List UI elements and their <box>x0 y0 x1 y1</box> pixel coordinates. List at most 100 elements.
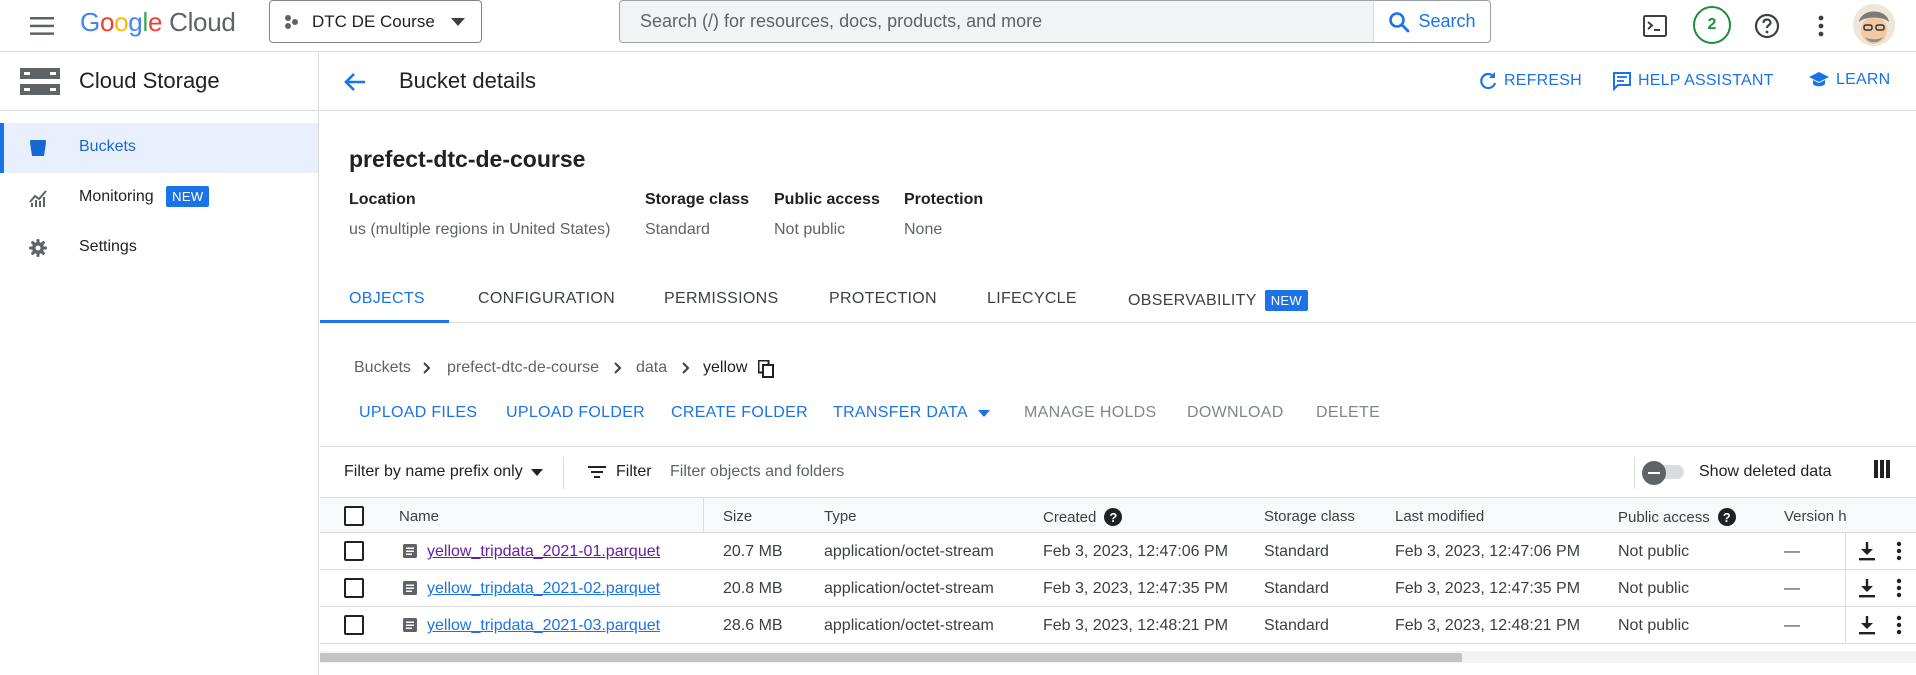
search-button-label: Search <box>1418 11 1476 31</box>
column-header-size[interactable]: Size <box>723 508 752 525</box>
download-icon[interactable] <box>1858 578 1876 598</box>
file-name-link[interactable]: yellow_tripdata_2021-02.parquet <box>427 580 660 598</box>
breadcrumb-data[interactable]: data <box>636 359 667 377</box>
file-public-access: Not public <box>1618 617 1690 634</box>
new-badge: NEW <box>166 186 210 207</box>
help-assistant-button[interactable]: HELP ASSISTANT <box>1612 71 1774 91</box>
notification-count-badge: 2 <box>1693 6 1731 44</box>
delete-button[interactable]: DELETE <box>1316 404 1380 422</box>
learn-button[interactable]: LEARN <box>1808 71 1890 89</box>
column-header-type[interactable]: Type <box>824 508 857 525</box>
account-avatar[interactable] <box>1853 4 1895 46</box>
help-icon[interactable]: ? <box>1104 508 1123 526</box>
scrollbar-thumb[interactable] <box>320 653 1462 662</box>
vertical-dots-icon[interactable] <box>1896 541 1902 561</box>
chat-icon <box>1613 72 1631 91</box>
horizontal-scrollbar[interactable] <box>320 651 1916 663</box>
tab-protection[interactable]: PROTECTION <box>829 290 937 308</box>
monitoring-label: Monitoring <box>79 188 154 205</box>
create-folder-button[interactable]: CREATE FOLDER <box>671 404 808 422</box>
row-checkbox[interactable] <box>344 578 364 598</box>
notifications-button[interactable]: 2 <box>1690 3 1734 47</box>
file-storage-class: Standard <box>1264 617 1329 634</box>
help-button[interactable] <box>1749 8 1785 44</box>
upload-folder-button[interactable]: UPLOAD FOLDER <box>506 404 645 422</box>
filter-prefix-select[interactable]: Filter by name prefix only <box>344 463 543 481</box>
filter-input[interactable] <box>668 455 1328 489</box>
row-actions <box>1845 607 1916 643</box>
file-last-modified: Feb 3, 2023, 12:47:35 PM <box>1395 580 1581 597</box>
search-bar: Search <box>619 0 1491 43</box>
filter-bar: Filter by name prefix only Filter Show d… <box>320 446 1916 496</box>
vertical-dots-icon[interactable] <box>1896 578 1902 598</box>
file-name-link[interactable]: yellow_tripdata_2021-01.parquet <box>427 543 660 561</box>
row-checkbox[interactable] <box>344 615 364 635</box>
main-menu-button[interactable] <box>26 10 58 42</box>
copy-icon[interactable] <box>758 360 774 378</box>
download-button[interactable]: DOWNLOAD <box>1187 404 1284 422</box>
column-header-storage-class[interactable]: Storage class <box>1264 508 1355 525</box>
table-row: yellow_tripdata_2021-01.parquet 20.7 MB … <box>320 533 1916 570</box>
tab-observability[interactable]: OBSERVABILITY NEW <box>1128 290 1308 311</box>
column-header-created[interactable]: Created ? <box>1043 508 1123 526</box>
toggle-knob <box>1642 461 1666 485</box>
sidebar-item-settings[interactable]: Settings <box>0 223 318 273</box>
search-icon <box>1389 11 1410 32</box>
select-all-checkbox[interactable] <box>344 506 364 526</box>
back-button[interactable] <box>340 67 370 97</box>
breadcrumb-yellow: yellow <box>703 359 748 376</box>
vertical-dots-icon[interactable] <box>1896 615 1902 635</box>
cloud-shell-button[interactable] <box>1637 8 1673 44</box>
tab-objects[interactable]: OBJECTS <box>349 290 425 308</box>
chevron-right-icon <box>614 362 622 374</box>
column-header-name[interactable]: Name <box>399 508 439 525</box>
file-size: 28.6 MB <box>723 617 783 634</box>
download-icon[interactable] <box>1858 541 1876 561</box>
help-icon[interactable]: ? <box>1717 508 1736 526</box>
transfer-data-button[interactable]: TRANSFER DATA <box>833 404 990 422</box>
filter-label-text: Filter <box>616 463 652 480</box>
show-deleted-toggle[interactable] <box>1642 461 1688 485</box>
tab-configuration[interactable]: CONFIGURATION <box>478 290 615 308</box>
breadcrumb-bucket[interactable]: prefect-dtc-de-course <box>447 359 599 377</box>
download-icon[interactable] <box>1858 615 1876 635</box>
arrow-back-icon <box>344 73 365 91</box>
search-input[interactable] <box>620 1 1373 42</box>
location-label: Location <box>349 191 416 208</box>
file-icon <box>403 618 417 632</box>
google-cloud-logo[interactable]: Google Cloud <box>80 7 236 38</box>
file-version-history: — <box>1784 543 1800 560</box>
file-name-link[interactable]: yellow_tripdata_2021-03.parquet <box>427 617 660 635</box>
manage-holds-button[interactable]: MANAGE HOLDS <box>1024 404 1157 422</box>
bucket-tabs: OBJECTS CONFIGURATION PERMISSIONS PROTEC… <box>320 278 1916 323</box>
school-icon <box>1809 72 1829 87</box>
hamburger-icon <box>30 17 54 35</box>
project-picker[interactable]: DTC DE Course <box>269 0 482 43</box>
column-header-version-history[interactable]: Version h <box>1784 508 1847 525</box>
avatar-image <box>1853 4 1895 46</box>
refresh-button[interactable]: REFRESH <box>1478 71 1582 91</box>
bucket-icon <box>30 140 46 156</box>
upload-files-button[interactable]: UPLOAD FILES <box>359 404 477 422</box>
column-header-created-label: Created <box>1043 508 1097 526</box>
chevron-down-icon <box>530 468 543 476</box>
tab-permissions[interactable]: PERMISSIONS <box>664 290 778 308</box>
tab-lifecycle[interactable]: LIFECYCLE <box>987 290 1077 308</box>
file-created: Feb 3, 2023, 12:47:35 PM <box>1043 580 1229 597</box>
sidebar: Cloud Storage Buckets Monitoring NEW Set… <box>0 53 319 675</box>
file-type: application/octet-stream <box>824 617 994 634</box>
active-tab-indicator <box>320 320 449 323</box>
breadcrumb-buckets[interactable]: Buckets <box>354 359 411 377</box>
column-header-last-modified[interactable]: Last modified <box>1395 508 1484 525</box>
row-actions <box>1845 570 1916 606</box>
column-display-icon[interactable] <box>1874 460 1890 478</box>
table-header: Name Size Type Created ? Storage class L… <box>320 497 1916 533</box>
more-options-button[interactable] <box>1803 8 1839 44</box>
column-header-public-access[interactable]: Public access ? <box>1618 508 1736 526</box>
sidebar-item-label: Settings <box>79 238 137 255</box>
sidebar-item-monitoring[interactable]: Monitoring NEW <box>0 173 318 223</box>
row-checkbox[interactable] <box>344 541 364 561</box>
search-button[interactable]: Search <box>1373 1 1490 42</box>
sidebar-item-buckets[interactable]: Buckets <box>0 123 318 173</box>
objects-table: Name Size Type Created ? Storage class L… <box>320 497 1916 644</box>
